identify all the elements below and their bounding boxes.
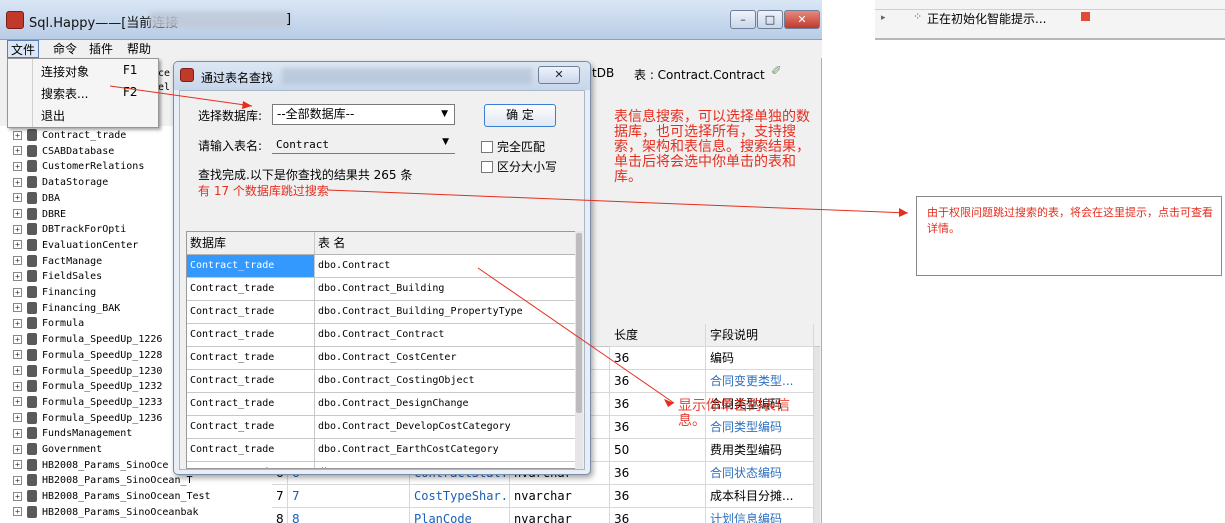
loading-icon: ⁘ — [913, 10, 923, 23]
arrow-head-1 — [242, 101, 252, 109]
arrow-to-callout — [326, 189, 909, 214]
arrow-head-3 — [664, 399, 674, 407]
arrow-to-select-db — [109, 85, 253, 107]
arrow-head-2 — [899, 208, 908, 217]
init-status-text: 正在初始化智能提示... — [927, 12, 1047, 26]
status-strip: ▸ ⁘ 正在初始化智能提示... — [875, 0, 1225, 40]
stop-icon[interactable] — [1081, 12, 1090, 21]
expand-arrow-icon[interactable]: ▸ — [881, 13, 886, 23]
arrow-to-grid — [477, 267, 675, 404]
skipped-tables-callout: 由于权限问题跳过搜索的表，将会在这里提示，点击可查看详情。 — [916, 196, 1222, 276]
